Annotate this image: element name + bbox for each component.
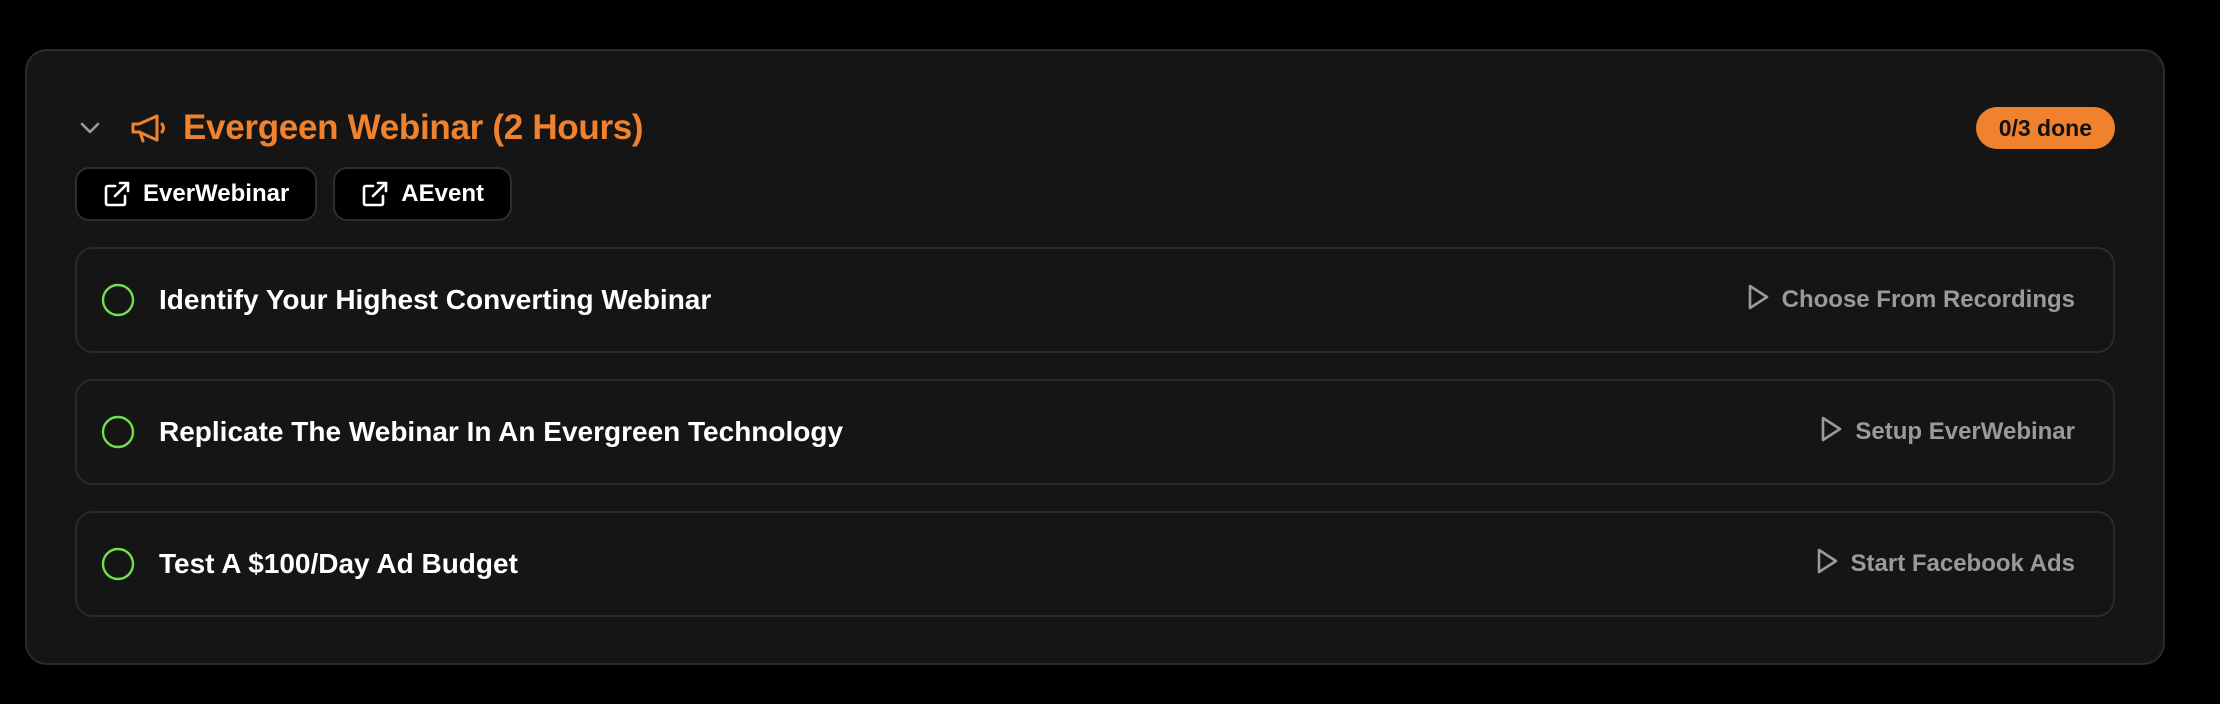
task-label: Replicate The Webinar In An Evergreen Te… [159, 416, 844, 447]
everwebinar-link-button[interactable]: EverWebinar [75, 167, 318, 221]
task-action-label: Setup EverWebinar [1855, 418, 2075, 445]
task-item: Test A $100/Day Ad Budget Start Facebook… [75, 511, 2115, 617]
task-item: Replicate The Webinar In An Evergreen Te… [75, 379, 2115, 485]
checkbox-circle-icon[interactable] [101, 547, 135, 581]
link-bar: EverWebinar AEvent [75, 167, 512, 221]
external-link-icon [361, 180, 389, 208]
play-icon [1819, 415, 1843, 450]
task-action-label: Choose From Recordings [1781, 286, 2075, 313]
checkbox-circle-icon[interactable] [101, 415, 135, 449]
checkbox-circle-icon[interactable] [101, 283, 135, 317]
external-link-icon [103, 180, 131, 208]
task-label: Test A $100/Day Ad Budget [159, 548, 518, 579]
play-icon [1815, 547, 1839, 582]
task-action-label: Start Facebook Ads [1850, 550, 2076, 577]
task-action-button[interactable]: Start Facebook Ads [1815, 547, 2076, 582]
task-item: Identify Your Highest Converting Webinar… [75, 247, 2115, 353]
task-list: Identify Your Highest Converting Webinar… [75, 247, 2115, 643]
task-action-button[interactable]: Choose From Recordings [1746, 283, 2075, 318]
link-label: AEvent [401, 180, 484, 207]
task-action-button[interactable]: Setup EverWebinar [1819, 415, 2075, 450]
aevent-link-button[interactable]: AEvent [333, 167, 512, 221]
progress-badge: 0/3 done [1975, 107, 2115, 149]
task-label: Identify Your Highest Converting Webinar [159, 284, 712, 315]
play-icon [1746, 283, 1770, 318]
link-label: EverWebinar [143, 180, 290, 207]
chevron-down-icon[interactable] [75, 113, 105, 143]
section-title: Evergeen Webinar (2 Hours) [183, 108, 644, 147]
section-header: Evergeen Webinar (2 Hours) 0/3 done [75, 103, 2115, 153]
megaphone-icon [129, 108, 169, 148]
section-card: Evergeen Webinar (2 Hours) 0/3 done Ever… [25, 49, 2165, 665]
